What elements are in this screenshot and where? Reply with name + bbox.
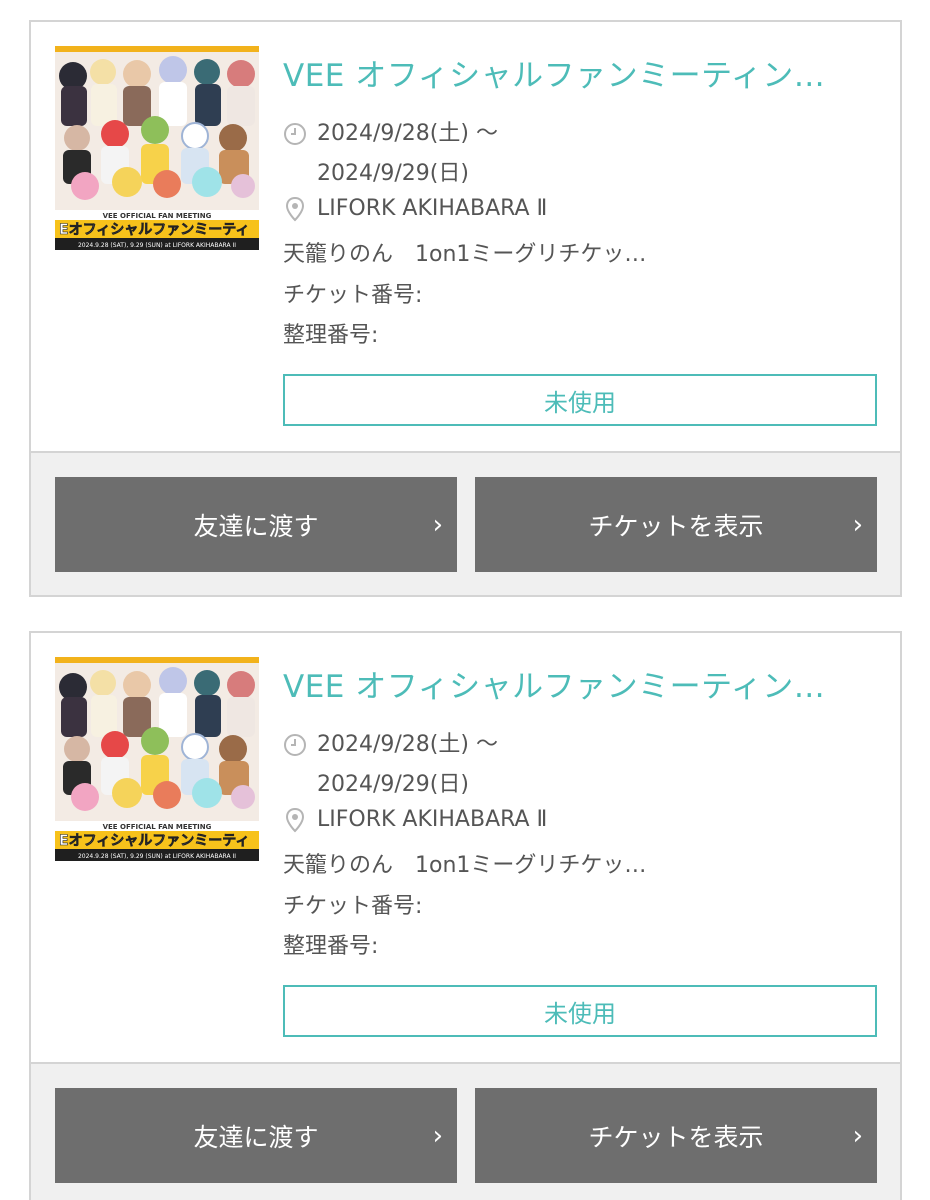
entry-number-label: 整理番号: [283, 323, 379, 348]
show-ticket-label: チケットを表示 [588, 511, 764, 541]
event-date-start-row: 2024/9/28(土) ～ [283, 115, 498, 147]
event-date-start: 2024/9/28(土) ～ [317, 732, 498, 757]
event-venue-row: LIFORK AKIHABARA Ⅱ [283, 196, 547, 222]
event-venue: LIFORK AKIHABARA Ⅱ [317, 196, 548, 221]
map-pin-icon [283, 196, 309, 222]
clock-icon [283, 733, 309, 757]
ticket-info: VEE OFFICIAL FAN MEETING Eオフィシャルファンミーティ … [31, 22, 900, 451]
entry-number-row: 整理番号: [283, 317, 378, 349]
entry-number-row: 整理番号: [283, 928, 378, 960]
event-thumbnail[interactable]: VEE OFFICIAL FAN MEETING Eオフィシャルファンミーティ … [55, 657, 259, 861]
ticket-status-badge: 未使用 [283, 374, 877, 426]
event-title[interactable]: VEE オフィシャルファンミーティン… [283, 50, 883, 95]
event-title[interactable]: VEE オフィシャルファンミーティン… [283, 661, 883, 706]
entry-number-label: 整理番号: [283, 934, 379, 959]
event-venue: LIFORK AKIHABARA Ⅱ [317, 807, 548, 832]
transfer-to-friend-label: 友達に渡す [193, 511, 319, 541]
thumb-banner-top: VEE OFFICIAL FAN MEETING [103, 212, 212, 220]
event-thumbnail[interactable]: VEE OFFICIAL FAN MEETING Eオフィシャルファンミーティ … [55, 46, 259, 250]
ticket-number-row: チケット番号: [283, 888, 422, 920]
clock-icon [283, 122, 309, 146]
ticket-product: 天籠りのん 1on1ミーグリチケッ… [283, 853, 647, 878]
ticket-number-label: チケット番号: [283, 283, 423, 308]
event-venue-row: LIFORK AKIHABARA Ⅱ [283, 807, 547, 833]
chevron-right-icon: › [432, 509, 443, 540]
transfer-to-friend-label: 友達に渡す [193, 1122, 319, 1152]
thumb-banner-main: Eオフィシャルファンミーティ [59, 222, 249, 238]
ticket-actions: 友達に渡す › チケットを表示 › [31, 1062, 900, 1200]
transfer-to-friend-button[interactable]: 友達に渡す › [55, 477, 457, 572]
ticket-number-label: チケット番号: [283, 894, 423, 919]
chevron-right-icon: › [432, 1120, 443, 1151]
chevron-right-icon: › [852, 1120, 863, 1151]
thumb-banner-top: VEE OFFICIAL FAN MEETING [103, 823, 212, 831]
ticket-actions: 友達に渡す › チケットを表示 › [31, 451, 900, 595]
show-ticket-button[interactable]: チケットを表示 › [475, 477, 877, 572]
thumb-banner-date: 2024.9.28 (SAT), 9.29 (SUN) at LIFORK AK… [78, 853, 236, 860]
ticket-number-row: チケット番号: [283, 277, 422, 309]
event-date-start-row: 2024/9/28(土) ～ [283, 726, 498, 758]
event-date-start: 2024/9/28(土) ～ [317, 121, 498, 146]
ticket-card: VEE OFFICIAL FAN MEETING Eオフィシャルファンミーティ … [29, 20, 902, 597]
ticket-card: VEE OFFICIAL FAN MEETING Eオフィシャルファンミーティ … [29, 631, 902, 1200]
show-ticket-button[interactable]: チケットを表示 › [475, 1088, 877, 1183]
thumb-banner-date: 2024.9.28 (SAT), 9.29 (SUN) at LIFORK AK… [78, 242, 236, 249]
ticket-info: VEE OFFICIAL FAN MEETING Eオフィシャルファンミーティ … [31, 633, 900, 1062]
thumb-banner-main: Eオフィシャルファンミーティ [59, 833, 249, 849]
map-pin-icon [283, 807, 309, 833]
event-date-end: 2024/9/29(日) [317, 161, 469, 186]
chevron-right-icon: › [852, 509, 863, 540]
transfer-to-friend-button[interactable]: 友達に渡す › [55, 1088, 457, 1183]
ticket-product: 天籠りのん 1on1ミーグリチケッ… [283, 242, 647, 267]
ticket-status-badge: 未使用 [283, 985, 877, 1037]
event-date-end: 2024/9/29(日) [317, 772, 469, 797]
show-ticket-label: チケットを表示 [588, 1122, 764, 1152]
